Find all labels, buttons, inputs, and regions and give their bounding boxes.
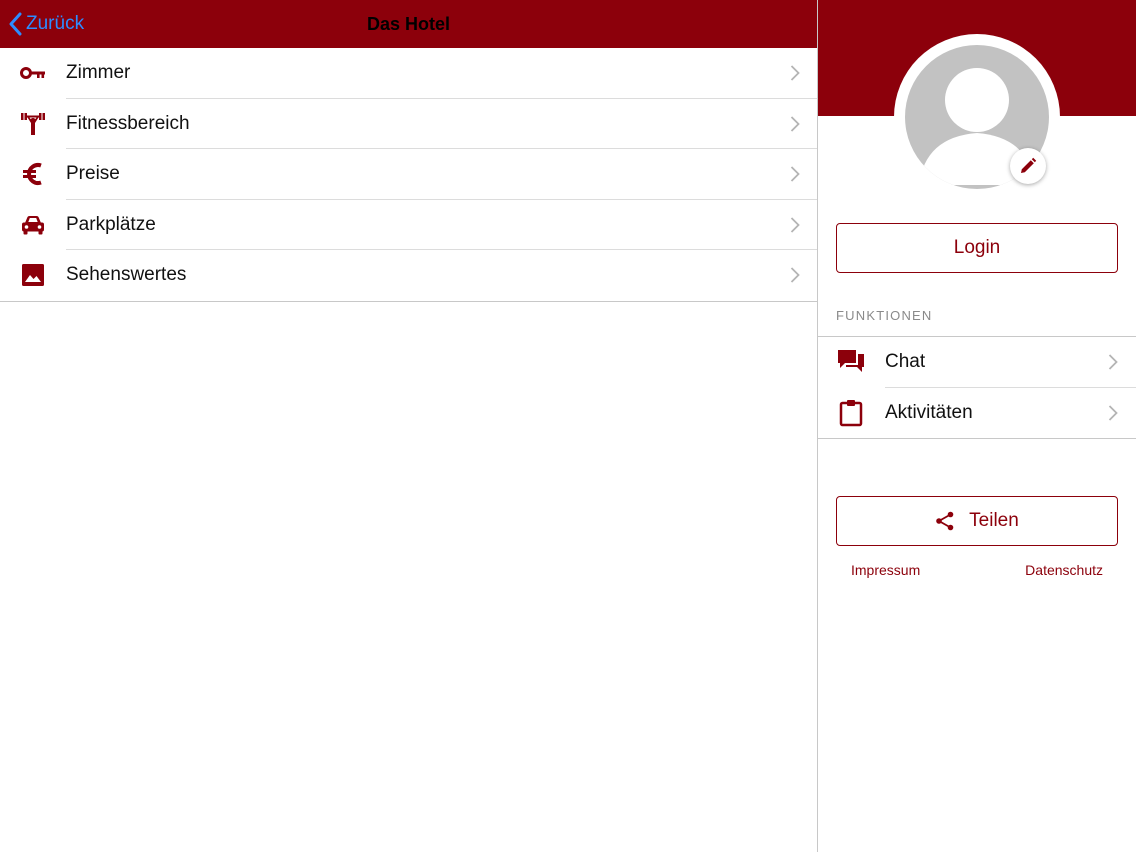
menu-item-parkplaetze[interactable]: Parkplätze (0, 200, 817, 250)
function-item-label: Aktivitäten (885, 401, 973, 423)
chevron-right-icon (790, 116, 800, 132)
clipboard-icon (837, 399, 865, 427)
share-button-label: Teilen (969, 510, 1019, 531)
side-panel: Login FUNKTIONEN Chat Aktivitäten Teilen… (818, 0, 1136, 852)
function-item-chat[interactable]: Chat (818, 337, 1136, 388)
menu-item-label: Zimmer (66, 62, 131, 84)
key-icon (19, 59, 47, 87)
login-button[interactable]: Login (836, 223, 1118, 273)
navigation-bar: Zurück Das Hotel (0, 0, 817, 48)
chevron-right-icon (790, 217, 800, 233)
pencil-icon (1021, 157, 1037, 173)
car-icon (19, 211, 47, 239)
chevron-right-icon (1108, 405, 1118, 421)
share-icon (936, 511, 954, 531)
menu-item-sehenswertes[interactable]: Sehenswertes (0, 250, 817, 301)
function-item-aktivitaeten[interactable]: Aktivitäten (818, 388, 1136, 439)
euro-icon (19, 160, 47, 188)
fitness-icon (19, 110, 47, 138)
function-item-label: Chat (885, 351, 926, 373)
menu-item-label: Sehenswertes (66, 264, 187, 286)
page-title: Das Hotel (366, 14, 451, 34)
chevron-right-icon (790, 267, 800, 283)
edit-avatar-button[interactable] (1010, 148, 1046, 184)
section-header-funktionen: FUNKTIONEN (836, 308, 933, 323)
datenschutz-link[interactable]: Datenschutz (1025, 562, 1103, 578)
image-icon (19, 261, 47, 289)
functions-list: Chat Aktivitäten (818, 336, 1136, 439)
menu-item-label: Parkplätze (66, 213, 156, 235)
hotel-menu-list: Zimmer Fitnessbereich Preise Parkplätze … (0, 48, 817, 302)
chevron-right-icon (790, 166, 800, 182)
chevron-right-icon (790, 65, 800, 81)
chat-icon (837, 348, 865, 376)
menu-item-preise[interactable]: Preise (0, 149, 817, 200)
menu-item-zimmer[interactable]: Zimmer (0, 48, 817, 99)
share-button[interactable]: Teilen (836, 496, 1118, 546)
chevron-right-icon (1108, 354, 1118, 370)
impressum-link[interactable]: Impressum (851, 562, 920, 578)
menu-item-label: Preise (66, 163, 120, 185)
menu-item-fitnessbereich[interactable]: Fitnessbereich (0, 99, 817, 149)
menu-item-label: Fitnessbereich (66, 112, 190, 134)
master-pane: Zurück Das Hotel Zimmer Fitnessbereich P… (0, 0, 817, 852)
